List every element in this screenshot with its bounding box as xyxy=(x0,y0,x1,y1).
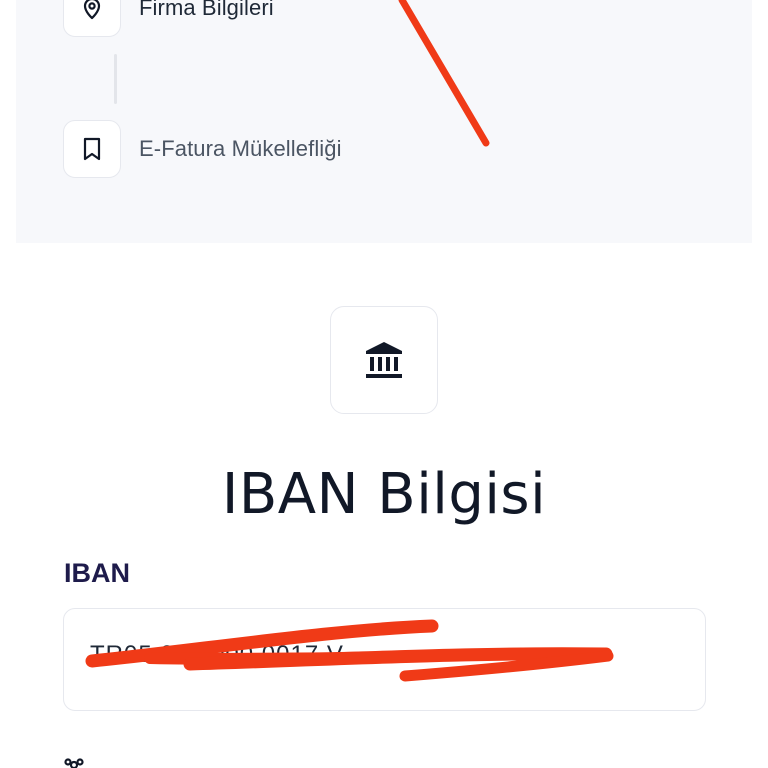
step-firma-bilgileri[interactable]: Firma Bilgileri xyxy=(63,0,274,37)
steps-panel: Firma Bilgileri E-Fatura Mükellefliği xyxy=(16,0,752,243)
step-e-fatura[interactable]: E-Fatura Mükellefliği xyxy=(63,120,342,178)
step-icon-box xyxy=(63,120,121,178)
bookmark-icon xyxy=(83,137,101,161)
users-icon xyxy=(64,758,84,768)
iban-field[interactable]: TR05 00 0000 0017 V xyxy=(63,608,706,711)
bank-icon xyxy=(366,342,402,378)
step-label-e-fatura: E-Fatura Mükellefliği xyxy=(139,136,342,161)
bank-icon-box xyxy=(330,306,438,414)
location-pin-icon xyxy=(83,0,101,20)
step-connector xyxy=(114,54,117,104)
step-icon-box xyxy=(63,0,121,37)
iban-label: IBAN xyxy=(64,558,130,588)
page-title: IBAN Bilgisi xyxy=(221,462,547,527)
iban-value: TR05 00 0000 0017 V xyxy=(90,641,344,668)
step-label-firma-bilgileri: Firma Bilgileri xyxy=(139,0,274,20)
